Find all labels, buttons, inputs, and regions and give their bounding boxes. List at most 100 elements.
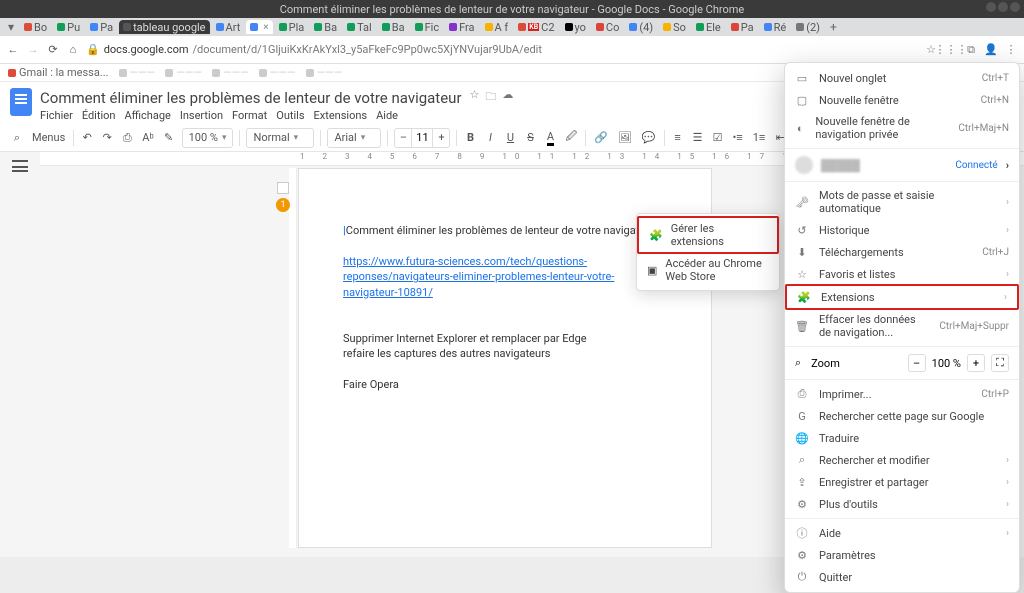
menu-passwords[interactable]: 🗝Mots de passe et saisie automatique› xyxy=(785,185,1019,219)
chrome-web-store-item[interactable]: ▣ Accéder au Chrome Web Store xyxy=(637,253,779,287)
checklist-button[interactable]: ☑ xyxy=(711,129,725,147)
menu-affichage[interactable]: Affichage xyxy=(124,109,170,122)
zoom-in-button[interactable]: + xyxy=(967,354,985,372)
zoom-select[interactable]: 100 %▾ xyxy=(182,128,234,148)
menu-extensions[interactable]: Extensions xyxy=(314,109,368,122)
menu-save-share[interactable]: ⇪Enregistrer et partager› xyxy=(785,471,1019,493)
browser-tab[interactable]: Art xyxy=(212,20,245,34)
spellcheck-button[interactable]: Aᵇ xyxy=(140,129,155,147)
docs-logo-icon[interactable] xyxy=(10,88,32,116)
menu-fichier[interactable]: Fichier xyxy=(40,109,73,122)
browser-tab[interactable]: KBC2 xyxy=(514,20,558,34)
close-icon[interactable] xyxy=(1010,2,1020,12)
address-bar[interactable]: 🔒 docs.google.com/document/d/1GljuiKxKrA… xyxy=(86,43,918,56)
insert-link-button[interactable]: 🔗 xyxy=(592,129,610,147)
browser-tab[interactable]: Ba xyxy=(378,20,409,34)
menu-search-google[interactable]: GRechercher cette page sur Google xyxy=(785,405,1019,427)
doc-title[interactable]: Comment éliminer les problèmes de lenteu… xyxy=(40,89,462,107)
manage-extensions-item[interactable]: 🧩 Gérer les extensions xyxy=(637,216,779,254)
redo-button[interactable]: ↷ xyxy=(100,129,114,147)
strike-button[interactable]: S xyxy=(523,129,537,147)
back-button[interactable]: ← xyxy=(6,43,20,57)
browser-tab[interactable]: × xyxy=(246,20,272,34)
browser-tab[interactable]: tableau google xyxy=(119,20,209,34)
install-icon[interactable]: ⧉ xyxy=(964,43,978,57)
fontsize-plus[interactable]: + xyxy=(433,131,449,144)
browser-tab[interactable]: So xyxy=(659,20,690,34)
browser-tab[interactable]: Fra xyxy=(445,20,478,34)
bookmark-item[interactable]: ——— xyxy=(306,66,343,79)
menu-icon[interactable]: ⋮ xyxy=(1004,43,1018,57)
reload-button[interactable]: ⟳ xyxy=(46,43,60,57)
undo-button[interactable]: ↶ xyxy=(80,129,94,147)
tab-close-icon[interactable]: × xyxy=(263,22,268,33)
bookmark-item[interactable]: ——— xyxy=(259,66,296,79)
browser-tab[interactable]: Pla xyxy=(275,20,309,34)
line-spacing-button[interactable]: ☰ xyxy=(691,129,705,147)
menu-downloads[interactable]: ⬇TéléchargementsCtrl+J xyxy=(785,241,1019,263)
print-button[interactable]: ⎙ xyxy=(120,129,134,147)
browser-tab[interactable]: A f xyxy=(481,20,513,34)
menu-new-tab[interactable]: ▭Nouvel ongletCtrl+T xyxy=(785,67,1019,89)
menu-outils[interactable]: Outils xyxy=(276,109,304,122)
fontsize-minus[interactable]: – xyxy=(395,131,411,144)
fullscreen-button[interactable]: ⛶ xyxy=(991,354,1009,372)
menu-find-edit[interactable]: ⌕Rechercher et modifier› xyxy=(785,449,1019,471)
insert-comment-button[interactable]: 💬 xyxy=(640,129,658,147)
bookmark-item[interactable]: ——— xyxy=(165,66,202,79)
paint-format-button[interactable]: ✎ xyxy=(162,129,176,147)
font-select[interactable]: Arial▾ xyxy=(327,128,381,148)
menu-more-tools[interactable]: ⚙Plus d'outils› xyxy=(785,493,1019,515)
menu-print[interactable]: ⎙Imprimer...Ctrl+P xyxy=(785,383,1019,405)
menu-extensions[interactable]: 🧩Extensions› xyxy=(785,284,1019,310)
browser-tab[interactable]: Ré xyxy=(760,20,791,34)
browser-tab[interactable]: Pa xyxy=(86,20,117,34)
maximize-icon[interactable] xyxy=(998,2,1008,12)
menu-clear-data[interactable]: 🗑Effacer les données de navigation...Ctr… xyxy=(785,309,1019,343)
menu-édition[interactable]: Édition xyxy=(82,109,116,122)
new-tab-button[interactable]: + xyxy=(826,20,841,34)
suggestion-badge[interactable]: 1 xyxy=(276,198,290,212)
browser-tab[interactable]: (4) xyxy=(625,20,657,34)
menu-incognito[interactable]: ◐Nouvelle fenêtre de navigation privéeCt… xyxy=(785,111,1019,145)
home-button[interactable]: ⌂ xyxy=(66,43,80,57)
menu-history[interactable]: ↺Historique› xyxy=(785,219,1019,241)
menu-insertion[interactable]: Insertion xyxy=(180,109,223,122)
font-size-stepper[interactable]: – 11 + xyxy=(394,128,450,148)
browser-tab[interactable]: Pu xyxy=(53,20,84,34)
vertical-ruler[interactable] xyxy=(289,168,297,548)
search-button[interactable]: ⌕ xyxy=(10,129,24,147)
align-button[interactable]: ≡ xyxy=(671,129,685,147)
tab-marker-icon[interactable] xyxy=(277,182,289,194)
menu-aide[interactable]: Aide xyxy=(376,109,398,122)
browser-tab[interactable]: Fic xyxy=(411,20,444,34)
menu-settings[interactable]: ⚙Paramètres xyxy=(785,544,1019,566)
menu-help[interactable]: ⓘAide› xyxy=(785,522,1019,544)
fontsize-value[interactable]: 11 xyxy=(411,129,433,147)
browser-tab[interactable]: Bo xyxy=(20,20,51,34)
menu-favorites[interactable]: ☆Favoris et listes› xyxy=(785,263,1019,285)
tabs-menu-icon[interactable]: ▾ xyxy=(4,20,18,34)
browser-tab[interactable]: Tal xyxy=(343,20,376,34)
menu-profile[interactable]: █████Connecté› xyxy=(785,152,1019,178)
insert-image-button[interactable]: 🖼 xyxy=(616,129,634,147)
browser-tab[interactable]: Ba xyxy=(310,20,341,34)
apps-icon[interactable]: ⋮⋮⋮ xyxy=(944,43,958,57)
bookmark-item[interactable]: ——— xyxy=(212,66,249,79)
outline-toggle-icon[interactable] xyxy=(12,160,28,172)
menu-new-window[interactable]: ▢Nouvelle fenêtreCtrl+N xyxy=(785,89,1019,111)
menu-quit[interactable]: ⏻Quitter xyxy=(785,566,1019,588)
menus-button[interactable]: Menus xyxy=(30,129,67,147)
italic-button[interactable]: I xyxy=(483,129,497,147)
highlight-button[interactable]: 🖉 xyxy=(563,129,579,147)
forward-button[interactable]: → xyxy=(26,43,40,57)
menu-translate[interactable]: 🌐Traduire xyxy=(785,427,1019,449)
bookmark-gmail[interactable]: Gmail : la messa... xyxy=(8,66,109,79)
browser-tab[interactable]: Ele xyxy=(692,20,725,34)
doc-hyperlink[interactable]: https://www.futura-sciences.com/tech/que… xyxy=(343,255,614,299)
bold-button[interactable]: B xyxy=(463,129,477,147)
star-doc-icon[interactable]: ☆ xyxy=(470,88,480,107)
bookmark-item[interactable]: ——— xyxy=(119,66,156,79)
minimize-icon[interactable] xyxy=(986,2,996,12)
browser-tab[interactable]: Co xyxy=(592,20,623,34)
